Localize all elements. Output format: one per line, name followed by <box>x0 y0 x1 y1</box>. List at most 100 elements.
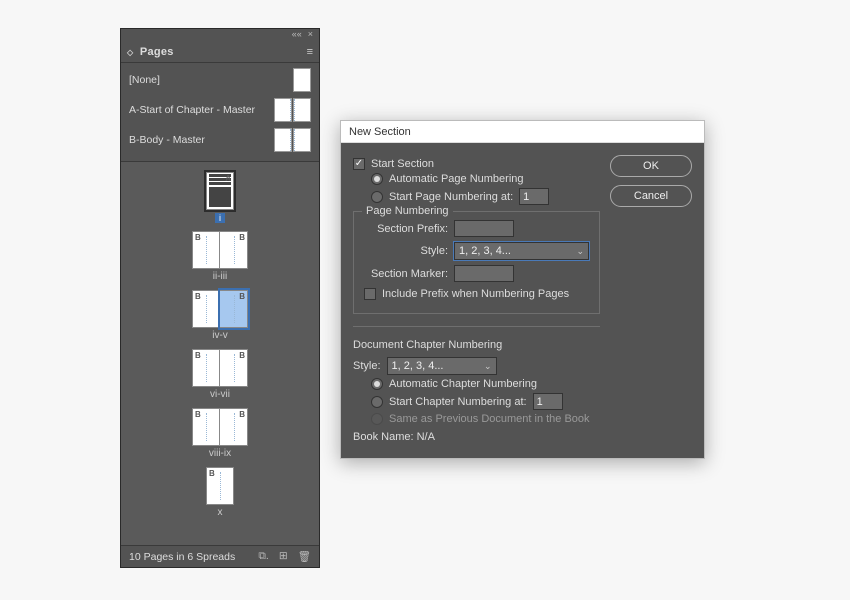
page-prefix: B <box>239 233 245 242</box>
doc-style-value: 1, 2, 3, 4... <box>392 360 444 372</box>
panel-menu-icon[interactable]: ≡ <box>307 46 313 58</box>
doc-chapter-title: Document Chapter Numbering <box>353 339 600 351</box>
cancel-button-label: Cancel <box>634 190 668 202</box>
auto-page-numbering-radio[interactable] <box>371 173 383 185</box>
master-item-a[interactable]: A-Start of Chapter - Master <box>121 95 319 125</box>
chevron-down-icon: ⌄ <box>484 361 492 372</box>
ok-button[interactable]: OK <box>610 155 692 177</box>
same-as-prev-row: Same as Previous Document in the Book <box>371 413 600 425</box>
page-prefix: B <box>195 233 201 242</box>
master-label: [None] <box>129 74 285 86</box>
page-style-select[interactable]: 1, 2, 3, 4... ⌄ <box>454 242 589 260</box>
start-chapter-at-radio[interactable] <box>371 396 383 408</box>
page-style-label: Style: <box>364 245 454 257</box>
panel-top-controls: «« × <box>121 29 319 41</box>
page-prefix: B <box>239 292 245 301</box>
start-page-at-label: Start Page Numbering at: <box>389 191 513 203</box>
section-prefix-label: Section Prefix: <box>364 223 454 235</box>
masters-list: [None] A-Start of Chapter - Master B-Bod… <box>121 63 319 162</box>
divider <box>353 326 600 327</box>
master-item-none[interactable]: [None] <box>121 65 319 95</box>
new-section-dialog: New Section Start Section Automatic Page… <box>340 120 705 459</box>
start-section-checkbox[interactable] <box>353 158 365 170</box>
spread-label: vi-vii <box>210 389 230 400</box>
master-thumb-spread <box>274 128 311 152</box>
page-prefix: B <box>195 410 201 419</box>
start-section-label: Start Section <box>371 158 434 170</box>
dialog-titlebar[interactable]: New Section <box>341 121 704 143</box>
master-thumb-spread <box>274 98 311 122</box>
spread-label: viii-ix <box>209 448 231 459</box>
page-thumb[interactable]: B <box>220 231 248 269</box>
master-label: A-Start of Chapter - Master <box>129 104 266 116</box>
auto-page-numbering-row[interactable]: Automatic Page Numbering <box>371 173 600 185</box>
spread-label: ii-iii <box>213 271 227 282</box>
trash-icon[interactable]: 🗑 <box>298 550 311 563</box>
book-name-label: Book Name: N/A <box>353 431 435 443</box>
doc-style-label: Style: <box>353 360 381 372</box>
page-thumb[interactable]: B <box>220 408 248 446</box>
panel-title: ◇ Pages <box>127 46 174 58</box>
spread-label: iv-v <box>212 330 228 341</box>
master-thumb-single <box>293 68 311 92</box>
page-thumb[interactable]: B <box>192 408 220 446</box>
auto-chapter-row[interactable]: Automatic Chapter Numbering <box>371 378 600 390</box>
page-numbering-fieldset: Page Numbering Section Prefix: Style: 1,… <box>353 211 600 314</box>
dialog-body: Start Section Automatic Page Numbering S… <box>341 143 704 458</box>
book-name-row: Book Name: N/A <box>353 431 600 443</box>
page-prefix: B <box>239 351 245 360</box>
start-chapter-at-input[interactable] <box>533 393 563 410</box>
section-prefix-input[interactable] <box>454 220 514 237</box>
auto-chapter-label: Automatic Chapter Numbering <box>389 378 537 390</box>
ok-button-label: OK <box>643 160 659 172</box>
doc-style-select[interactable]: 1, 2, 3, 4... ⌄ <box>387 357 497 375</box>
start-page-at-radio[interactable] <box>371 191 383 203</box>
edit-page-size-icon[interactable]: ⧉. <box>258 550 268 563</box>
spread-block[interactable]: B B vi-vii <box>192 349 248 400</box>
start-page-at-row[interactable]: Start Page Numbering at: <box>371 188 600 205</box>
include-prefix-label: Include Prefix when Numbering Pages <box>382 288 569 300</box>
panel-header: ◇ Pages ≡ <box>121 41 319 63</box>
pages-status-text: 10 Pages in 6 Spreads <box>129 551 235 563</box>
spreads-area[interactable]: A i B B ii-iii <box>121 162 319 545</box>
master-item-b[interactable]: B-Body - Master <box>121 125 319 155</box>
auto-chapter-radio[interactable] <box>371 378 383 390</box>
page-numbering-legend: Page Numbering <box>362 205 453 217</box>
cancel-button[interactable]: Cancel <box>610 185 692 207</box>
master-label: B-Body - Master <box>129 134 266 146</box>
spread-block[interactable]: B B viii-ix <box>192 408 248 459</box>
page-thumb[interactable]: B <box>192 290 220 328</box>
start-page-at-input[interactable] <box>519 188 549 205</box>
pages-panel: «« × ◇ Pages ≡ [None] A-Start of Chapter… <box>120 28 320 568</box>
page-thumb[interactable]: B <box>206 467 234 505</box>
chevron-down-icon: ⌄ <box>576 246 584 257</box>
new-page-icon[interactable]: ⊞ <box>279 550 288 563</box>
page-prefix: B <box>209 469 215 478</box>
page-thumb[interactable]: B <box>220 349 248 387</box>
collapse-icon[interactable]: «« <box>292 29 302 41</box>
include-prefix-row[interactable]: Include Prefix when Numbering Pages <box>364 288 589 300</box>
section-marker-label: Section Marker: <box>364 268 454 280</box>
page-prefix: B <box>239 410 245 419</box>
include-prefix-checkbox[interactable] <box>364 288 376 300</box>
start-chapter-at-label: Start Chapter Numbering at: <box>389 396 527 408</box>
section-marker-input[interactable] <box>454 265 514 282</box>
page-prefix: B <box>195 292 201 301</box>
updown-icon[interactable]: ◇ <box>127 48 133 57</box>
spread-block[interactable]: B B iv-v <box>192 290 248 341</box>
close-panel-icon[interactable]: × <box>308 29 313 41</box>
doc-style-row: Style: 1, 2, 3, 4... ⌄ <box>353 357 600 375</box>
spread-label: x <box>218 507 223 518</box>
panel-title-text: Pages <box>140 46 174 58</box>
page-thumb[interactable]: B <box>192 349 220 387</box>
spread-block[interactable]: B x <box>206 467 234 518</box>
page-thumb-selected[interactable]: B <box>220 290 248 328</box>
spread-block[interactable]: A i <box>206 172 234 223</box>
start-section-row[interactable]: Start Section <box>353 158 600 170</box>
page-thumb-first[interactable]: A <box>206 172 234 210</box>
spread-label: i <box>215 213 225 223</box>
spread-block[interactable]: B B ii-iii <box>192 231 248 282</box>
start-chapter-at-row[interactable]: Start Chapter Numbering at: <box>371 393 600 410</box>
page-thumb[interactable]: B <box>192 231 220 269</box>
page-prefix: B <box>195 351 201 360</box>
